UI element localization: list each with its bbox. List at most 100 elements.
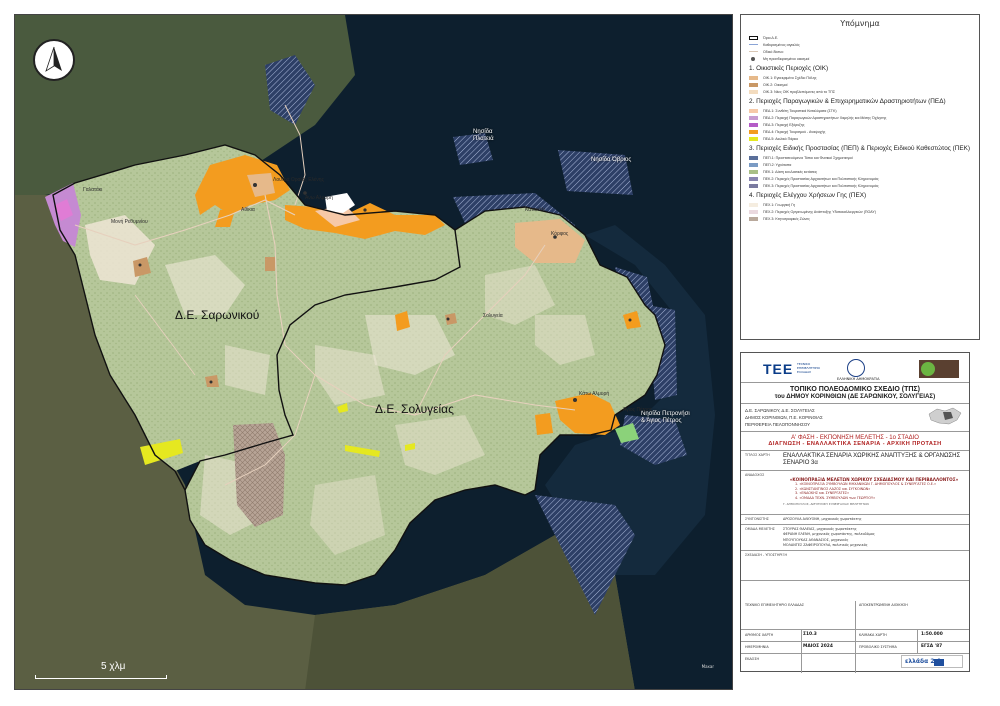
scale-key: ΚΛΙΜΑΚΑ ΧΑΡΤΗ [859, 633, 887, 637]
espa-logo: ελλάδα 2.0 [901, 655, 963, 668]
cartography-row: ΣΧΕΔΙΑΣΗ - ΥΠΟΣΤΗΡΙΞΗ [741, 551, 969, 582]
title-block: ΤΕΕ ΤΕΧΝΙΚΟ ΕΠΙΜΕΛΗΤΗΡΙΟ ΕΛΛΑΔΑΣ ΕΛΛΗΝΙΚ… [740, 352, 970, 673]
map-title: ΕΝΑΛΛΑΚΤΙΚΑ ΣΕΝΑΡΙΑ ΧΩΡΙΚΗΣ ΑΝΑΠΤΥΞΗΣ & … [783, 453, 961, 459]
phase-sublabel: ΔΙΑΓΝΩΣΗ - ΕΝΑΛΛΑΚΤΙΚΑ ΣΕΝΑΡΙΑ - ΑΡΧΙΚΗ … [768, 441, 942, 447]
legend-swatch [751, 56, 755, 61]
legend-swatch [749, 176, 758, 181]
checked-key: ΤΕΧΝΙΚΟ ΕΠΙΜΕΛΗΤΗΡΙΟ ΕΛΛΑΔΑΣ [745, 603, 804, 607]
legend-swatch [749, 43, 758, 46]
plan-subtitle: του ΔΗΜΟΥ ΚΟΡΙΝΘΙΩΝ (ΔΕ ΣΑΡΩΝΙΚΟΥ, ΣΟΛΥΓ… [774, 393, 936, 400]
scale-bar-label: 5 χλμ [101, 661, 126, 672]
tee-logo-subtitle: ΤΕΧΝΙΚΟ ΕΠΙΜΕΛΗΤΗΡΙΟ ΕΛΛΑΔΑΣ [797, 362, 820, 374]
republic-label: ΕΛΛΗΝΙΚΗ ΔΗΜΟΚΡΑΤΙΑ [837, 377, 880, 381]
legend-item: ΠΕΚ.2: Περιοχές Προστασίας Αρχαιοτήτων κ… [749, 175, 971, 182]
logo-row: ΤΕΕ ΤΕΧΝΙΚΟ ΕΠΙΜΕΛΗΤΗΡΙΟ ΕΛΛΑΔΑΣ ΕΛΛΗΝΙΚ… [741, 353, 969, 383]
legend-item: ΟΙΚ.3: Νέες ΟΙΚ προβλεπόμενες από το ΤΠΣ [749, 88, 971, 95]
settlement-zone [265, 257, 275, 271]
legend-swatch [749, 216, 758, 221]
map-title-key: ΤΙΤΛΟΣ ΧΑΡΤΗ [745, 453, 770, 457]
region-box: Δ.Ε. ΣΑΡΩΝΙΚΟΥ, Δ.Ε. ΣΟΛΥΓΕΙΑΣ ΔΗΜΟΣ ΚΟΡ… [741, 404, 969, 432]
legend-item: ΠΕΔ.3: Περιοχή Εξόρυξης [749, 121, 971, 128]
legend-item: ΠΕΠ.2: Υγρότοπα [749, 161, 971, 168]
place-label-moni: Μονή Ρεθυμνίου [111, 219, 148, 225]
settlement-dot [138, 263, 142, 267]
scale-value: 1:50.000 [921, 632, 943, 637]
legend-item: ΠΕΧ.3: Κτηνοτροφικές Ζώνες [749, 215, 971, 222]
legend-sections: 1. Οικιστικές Περιοχές (ΟΙΚ) ΟΙΚ.1: Εγκεκ… [749, 65, 971, 222]
legend-panel: Υπόμνημα Όριο Δ.Ε. Καθορισμένος αιγιαλός… [740, 14, 980, 340]
place-label-agios-petros: Άγιος Πέτρος [623, 407, 653, 413]
place-label-galataki: Γαλατάκι [83, 187, 103, 193]
tee-logo: ΤΕΕ [763, 361, 794, 377]
legend-swatch [749, 136, 758, 141]
legend-item: ΟΙΚ.2: Οικισμοί [749, 81, 971, 88]
legend-swatch [749, 209, 758, 214]
map-no-value: Σ10.3 [803, 632, 817, 637]
team-member: ΦΕΡΑΝΗ ΕΛΕΝΗ, μηχανικός χωροτάκτης, πολε… [783, 532, 875, 537]
settlement-dot [446, 317, 450, 321]
legend-item: Μη προσδιορισμένοι οικισμοί [749, 55, 971, 62]
legend-item: ΠΕΚ.3: Περιοχές Προστασίας Αρχαιοτήτων κ… [749, 182, 971, 189]
legend-swatch [749, 169, 758, 174]
place-label-solygeia: Σολυγεία [483, 313, 503, 319]
island-label-ovrios: Νησίδα Όβριος [591, 157, 632, 163]
place-label-athikia: Αθίκια [241, 207, 255, 213]
settlement-dot [253, 183, 257, 187]
legend-section-title: 2. Περιοχές Παραγωγικών & Επιχειρηματικώ… [749, 98, 946, 105]
team-row: ΟΜΑΔΑ ΜΕΛΕΤΗΣ ΣΤΟΥΡΑΣ ΘΑΛΕΙΑΣ, μηχανικός… [741, 525, 969, 552]
legend-swatch [749, 155, 758, 160]
legend-swatch [749, 82, 758, 87]
island-label-petronisi: Νησίδα Πετρονήσι & Άγιος Πέτρος [641, 411, 690, 424]
map-title-box: ΤΙΤΛΟΣ ΧΑΡΤΗ ΕΝΑΛΛΑΚΤΙΚΑ ΣΕΝΑΡΙΑ ΧΩΡΙΚΗΣ… [741, 451, 969, 471]
legend-item: ΠΕΠ.1: Προστατευόμενοι Τόποι και Φυσικοί… [749, 154, 971, 161]
legend-swatch [749, 202, 758, 207]
settlement-dot [573, 398, 577, 402]
place-label-korfos: Κόρφος [551, 231, 569, 237]
legend-swatch [749, 162, 758, 167]
approved-key: ΑΠΟΚΕΝΤΡΩΜΕΝΗ ΔΙΟΙΚΗΣΗ [859, 603, 908, 607]
legend-item: ΠΕΔ.2: Περιοχή Παραγωγικών Δραστηριοτήτω… [749, 114, 971, 121]
legend-swatch [749, 108, 758, 113]
place-label-loutra: Λουτρά Ωραίας Ελένης [273, 177, 324, 183]
legend-swatch [749, 183, 758, 188]
north-arrow-icon [33, 39, 75, 81]
eu-flag-icon [934, 659, 944, 666]
legend-swatch [749, 50, 758, 53]
map-canvas[interactable]: Δ.Ε. Σαρωνικού Δ.Ε. Σολυγείας Νησίδα Πλατ… [14, 14, 733, 690]
municipality-logo-icon [919, 360, 959, 378]
greek-emblem-icon [847, 359, 865, 377]
island-label-plateia: Νησίδα Πλατειά [473, 129, 494, 142]
map-title-scenario: ΣΕΝΑΡΙΟ 3α [783, 460, 818, 466]
legend-swatch [749, 115, 758, 120]
legend-item: Καθορισμένος αιγιαλός [749, 41, 971, 48]
coordinator-row: ΣΥΝΤΟΝΙΣΤΗΣ ΔΡΟΣΟΥΛΑ ΑΛΚΥΟΝΗ, μηχανικός … [741, 515, 969, 526]
settlement-dot [363, 208, 367, 212]
consultant-box: ΑΝΑΔΟΧΟΣ «ΚΟΙΝΟΠΡΑΞΙΑ ΜΕΛΕΤΩΝ ΧΩΡΙΚΟΥ ΣΧ… [741, 471, 969, 515]
program-value: ΕΓΣΑ '87 [921, 644, 943, 649]
settlement-dot [209, 380, 213, 384]
consultant-address: Γ. ΔΗΜΟΠΟΥΛΟΣ, ΔΙΕΥΘΥΝΣΗ ΣΥΝΕΡΓΑΣΙΑΣ ΜΕΛ… [783, 502, 869, 506]
area-label-solygeia: Δ.Ε. Σολυγείας [375, 402, 454, 416]
date-key: ΗΜΕΡΟΜΗΝΙΑ [745, 645, 769, 649]
legend-item: ΠΕΚ.1: Δάση και Δασικές εκτάσεις [749, 168, 971, 175]
map-svg [15, 15, 732, 689]
legend-swatch [749, 35, 758, 40]
map-no-key: ΑΡΙΘΜΟΣ ΧΑΡΤΗ [745, 633, 774, 637]
scale-bar: 5 χλμ [35, 661, 167, 679]
settlement-dot [628, 318, 632, 322]
legend-item: ΠΕΔ.5: Αιολικό Πάρκο [749, 135, 971, 142]
legend-item: ΠΕΧ.2: Περιοχές Οργανωμένης Ανάπτυξης Υδ… [749, 208, 971, 215]
legend-swatch [749, 89, 758, 94]
team-member: ΜΟΛΑΝΤΕΣ ΖΑΦΕΙΡΟΠΟΥΛΑ, πολιτικός μηχανικ… [783, 542, 868, 547]
legend-item: Όριο Δ.Ε. [749, 34, 971, 41]
legend-swatch [749, 122, 758, 127]
legend-item: Οδικό δίκτυο [749, 48, 971, 55]
place-label-almyri: Άνω Αλμυρή [305, 195, 333, 201]
legend-section-title: 3. Περιοχές Ειδικής Προστασίας (ΠΕΠ) & Π… [749, 145, 971, 152]
issue-key: ΕΚΔΟΣΗ [745, 657, 760, 661]
date-value: ΜΑΙΟΣ 2024 [803, 644, 833, 649]
locator-map-icon [928, 407, 962, 425]
legend-section-title: 4. Περιοχές Ελέγχου Χρήσεων Γης (ΠΕΧ) [749, 192, 867, 199]
legend-item: ΠΕΧ.1: Γεωργική Γη [749, 201, 971, 208]
legend-title: Υπόμνημα [840, 19, 880, 28]
